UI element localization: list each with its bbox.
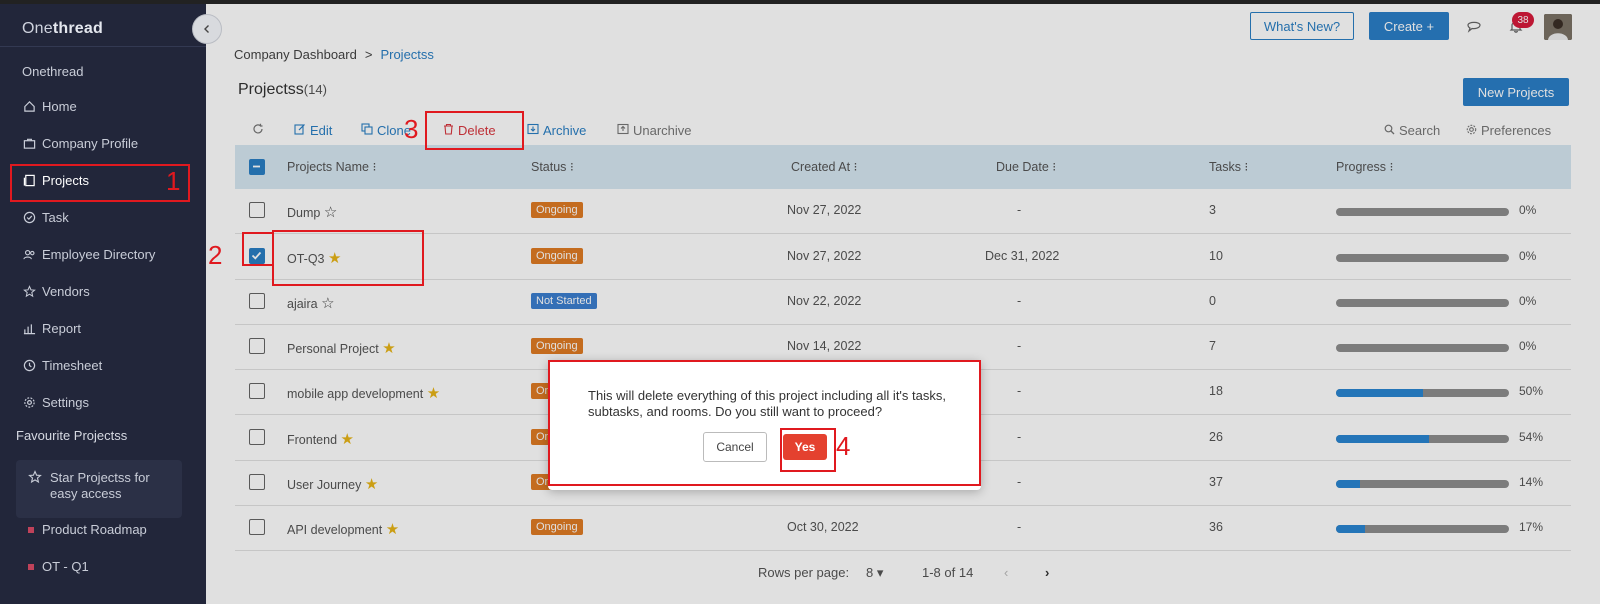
sidebar-item-label: Timesheet	[42, 357, 103, 373]
annotation-box-dialog	[548, 360, 981, 486]
favourite-item[interactable]: OT - Q1	[28, 559, 89, 574]
app-logo[interactable]: Onethread	[22, 20, 103, 38]
sidebar-item-label: Company Profile	[42, 135, 139, 151]
annotation-box-4	[780, 428, 836, 472]
color-dot	[28, 563, 34, 570]
annotation-number-2: 2	[208, 240, 223, 270]
favourite-item[interactable]: Product Roadmap	[28, 522, 147, 537]
sidebar-item-company-profile[interactable]: Company Profile	[22, 133, 138, 153]
home-icon	[22, 99, 36, 113]
star-icon	[22, 284, 36, 298]
sidebar-item-label: Home	[42, 98, 77, 114]
star-icon	[28, 470, 42, 487]
annotation-box-3	[425, 111, 524, 150]
sidebar-item-vendors[interactable]: Vendors	[22, 281, 90, 301]
annotation-box-1	[10, 164, 190, 202]
color-dot	[28, 526, 34, 533]
modal-overlay[interactable]	[206, 4, 1600, 604]
sidebar-item-home[interactable]: Home	[22, 96, 77, 116]
collapse-sidebar-button[interactable]	[192, 14, 222, 44]
sidebar-item-label: Settings	[42, 394, 89, 410]
annotation-box-2a	[242, 232, 274, 266]
sidebar-item-employee-directory[interactable]: Employee Directory	[22, 244, 155, 264]
check-circle-icon	[22, 210, 36, 224]
favourites-heading: Favourite Projectss	[16, 428, 128, 443]
sidebar-item-label: Report	[42, 320, 82, 336]
annotation-box-2b	[272, 230, 424, 286]
gear-icon	[22, 395, 36, 409]
sidebar-item-task[interactable]: Task	[22, 207, 69, 227]
bar-chart-icon	[22, 321, 36, 335]
sidebar-item-settings[interactable]: Settings	[22, 392, 89, 412]
sidebar-item-report[interactable]: Report	[22, 318, 81, 338]
workspace-name: Onethread	[22, 64, 84, 79]
sidebar-divider	[0, 46, 206, 47]
star-projects-hint: Star Projectss for easy access	[16, 460, 182, 518]
sidebar-item-label: Task	[42, 209, 69, 225]
annotation-number-1: 1	[166, 166, 181, 196]
sidebar: Onethread Onethread Home Company Profile…	[0, 4, 206, 604]
star-hint-text: Star Projectss for easy access	[50, 470, 150, 501]
annotation-number-3: 3	[404, 114, 419, 144]
briefcase-icon	[22, 136, 36, 150]
clock-icon	[22, 358, 36, 372]
sidebar-item-label: Employee Directory	[42, 246, 156, 262]
sidebar-item-timesheet[interactable]: Timesheet	[22, 355, 102, 375]
chevron-left-icon	[202, 22, 212, 37]
people-icon	[22, 247, 36, 261]
annotation-number-4: 4	[836, 431, 851, 461]
sidebar-item-label: Vendors	[42, 283, 90, 299]
